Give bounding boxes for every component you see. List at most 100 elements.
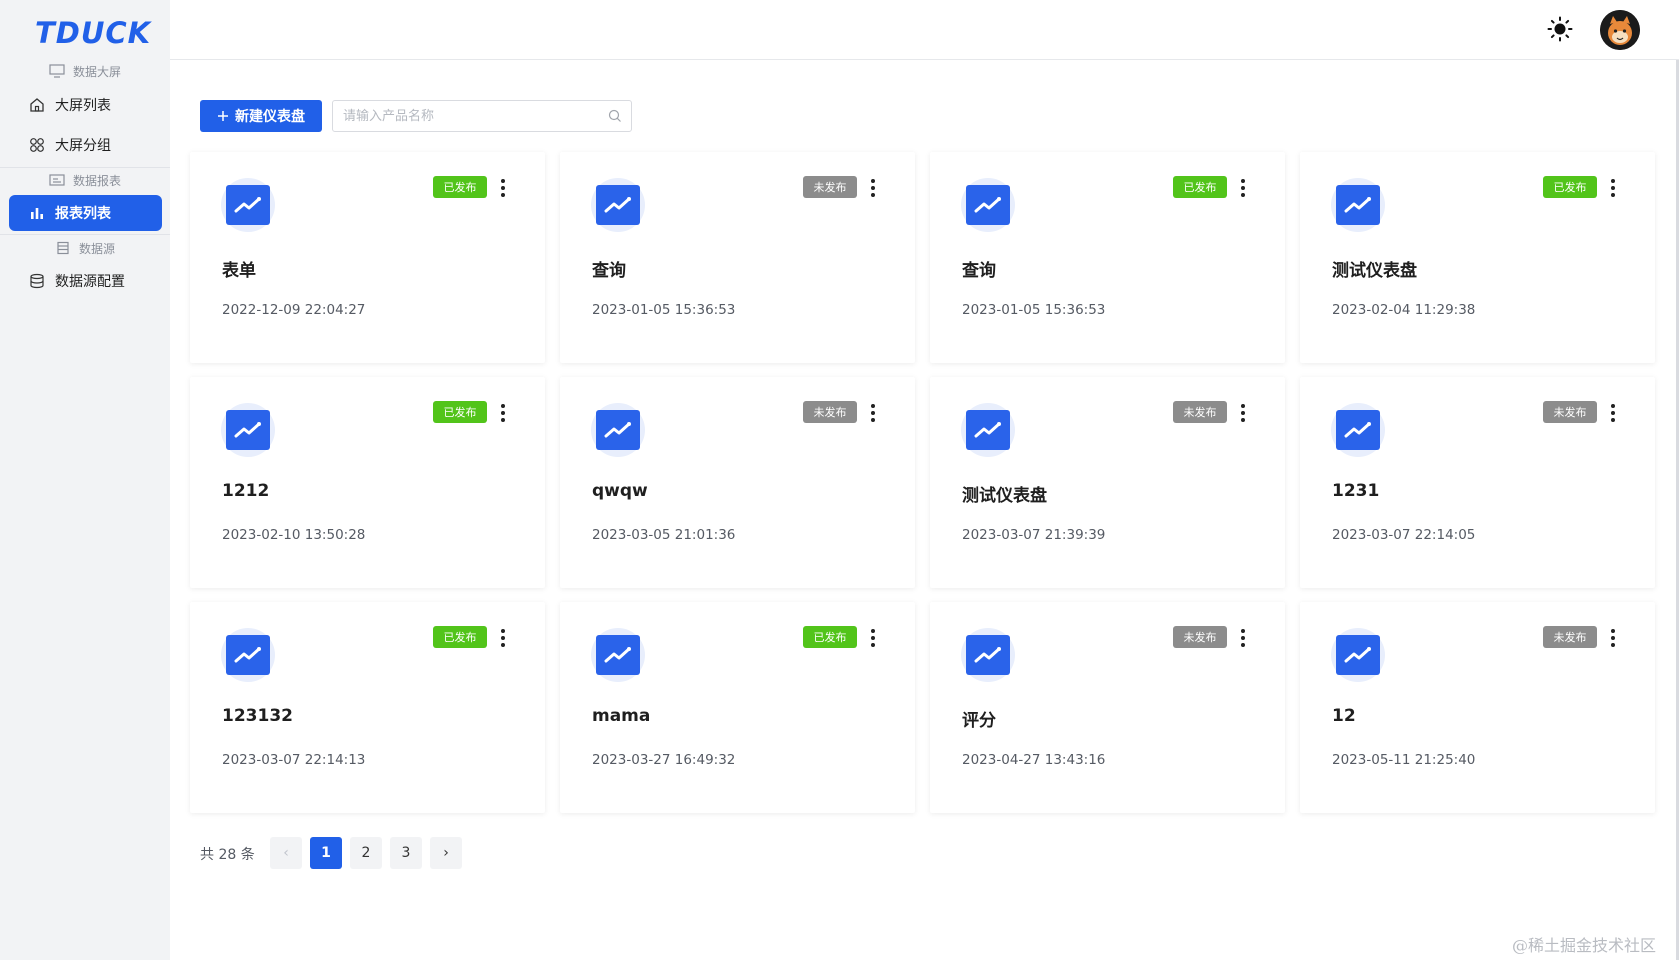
- status-badge: 未发布: [803, 176, 857, 198]
- dashboard-card[interactable]: 已发布 123132 2023-03-07 22:14:13: [190, 602, 545, 813]
- more-icon[interactable]: [865, 627, 881, 649]
- chart-icon: [961, 403, 1015, 457]
- more-icon[interactable]: [495, 177, 511, 199]
- more-icon[interactable]: [1605, 177, 1621, 199]
- dashboard-card[interactable]: 未发布 12 2023-05-11 21:25:40: [1300, 602, 1655, 813]
- more-icon[interactable]: [1235, 627, 1251, 649]
- prev-page-button[interactable]: ‹: [270, 837, 302, 869]
- chart-icon: [591, 403, 645, 457]
- avatar[interactable]: [1600, 10, 1640, 50]
- next-page-button[interactable]: ›: [430, 837, 462, 869]
- card-time: 2023-02-10 13:50:28: [222, 527, 366, 543]
- status-badge: 已发布: [433, 176, 487, 198]
- more-icon[interactable]: [1235, 402, 1251, 424]
- dashboard-card[interactable]: 未发布 评分 2023-04-27 13:43:16: [930, 602, 1285, 813]
- sidebar-group-label: 数据源: [78, 241, 115, 256]
- dashboard-card[interactable]: 已发布 1212 2023-02-10 13:50:28: [190, 377, 545, 588]
- report-icon: [49, 174, 65, 186]
- sidebar-divider: [0, 167, 170, 168]
- card-title: 12: [1332, 706, 1356, 726]
- sidebar-group-report: 数据报表: [0, 169, 170, 191]
- more-icon[interactable]: [1235, 177, 1251, 199]
- card-time: 2023-03-07 22:14:05: [1332, 527, 1476, 543]
- sidebar: TDUCK 数据大屏 大屏列表 大屏分组 数据报表 报表列表 数据源 数据源配置: [0, 0, 170, 960]
- sidebar-item-datasource-config[interactable]: 数据源配置: [9, 263, 162, 299]
- card-title: 测试仪表盘: [1332, 261, 1417, 281]
- dashboard-card[interactable]: 已发布 测试仪表盘 2023-02-04 11:29:38: [1300, 152, 1655, 363]
- more-icon[interactable]: [495, 627, 511, 649]
- page-button-1[interactable]: 1: [310, 837, 342, 869]
- card-time: 2023-02-04 11:29:38: [1332, 302, 1476, 318]
- card-time: 2023-01-05 15:36:53: [962, 302, 1106, 318]
- card-title: 1231: [1332, 481, 1380, 501]
- chart-icon: [1331, 178, 1385, 232]
- monitor-icon: [49, 64, 65, 78]
- status-badge: 已发布: [803, 626, 857, 648]
- card-time: 2023-03-27 16:49:32: [592, 752, 736, 768]
- status-badge: 未发布: [1173, 401, 1227, 423]
- dashboard-card[interactable]: 已发布 查询 2023-01-05 15:36:53: [930, 152, 1285, 363]
- card-title: 查询: [962, 261, 996, 281]
- card-title: 测试仪表盘: [962, 486, 1047, 506]
- sun-icon[interactable]: [1547, 16, 1573, 42]
- sidebar-item-report-list[interactable]: 报表列表: [9, 195, 162, 231]
- card-title: 查询: [592, 261, 626, 281]
- sidebar-item-label: 报表列表: [55, 206, 111, 222]
- chart-icon: [591, 628, 645, 682]
- sidebar-item-screen-list[interactable]: 大屏列表: [9, 87, 162, 123]
- watermark: @稀土掘金技术社区: [1512, 936, 1657, 955]
- search-icon[interactable]: [608, 109, 622, 123]
- card-time: 2023-03-07 22:14:13: [222, 752, 366, 768]
- chart-icon: [1331, 403, 1385, 457]
- page-button-3[interactable]: 3: [390, 837, 422, 869]
- home-icon: [30, 98, 44, 112]
- more-icon[interactable]: [865, 402, 881, 424]
- avatar-image: [1600, 10, 1640, 50]
- chart-icon: [961, 628, 1015, 682]
- sidebar-group-label: 数据大屏: [72, 64, 121, 79]
- plus-icon: [218, 111, 228, 121]
- search-input[interactable]: [333, 101, 593, 131]
- grid-icon: [30, 138, 44, 152]
- new-dashboard-button[interactable]: 新建仪表盘: [200, 100, 322, 132]
- status-badge: 已发布: [433, 401, 487, 423]
- dashboard-card[interactable]: 已发布 表单 2022-12-09 22:04:27: [190, 152, 545, 363]
- sidebar-group-screen: 数据大屏: [0, 60, 170, 82]
- pagination-total: 共 28 条: [200, 847, 255, 863]
- card-title: 评分: [962, 711, 996, 731]
- card-time: 2023-03-07 21:39:39: [962, 527, 1106, 543]
- status-badge: 已发布: [1173, 176, 1227, 198]
- status-badge: 已发布: [1543, 176, 1597, 198]
- card-title: qwqw: [592, 481, 648, 501]
- page-button-2[interactable]: 2: [350, 837, 382, 869]
- card-time: 2023-05-11 21:25:40: [1332, 752, 1476, 768]
- table-icon: [57, 241, 69, 255]
- new-dashboard-label: 新建仪表盘: [235, 109, 305, 125]
- card-title: 123132: [222, 706, 293, 726]
- more-icon[interactable]: [1605, 402, 1621, 424]
- more-icon[interactable]: [1605, 627, 1621, 649]
- dashboard-card[interactable]: 未发布 qwqw 2023-03-05 21:01:36: [560, 377, 915, 588]
- dashboard-card[interactable]: 未发布 测试仪表盘 2023-03-07 21:39:39: [930, 377, 1285, 588]
- chart-icon: [221, 628, 275, 682]
- bar-chart-icon: [31, 208, 43, 219]
- status-badge: 未发布: [1173, 626, 1227, 648]
- dashboard-card[interactable]: 已发布 mama 2023-03-27 16:49:32: [560, 602, 915, 813]
- dashboard-card[interactable]: 未发布 查询 2023-01-05 15:36:53: [560, 152, 915, 363]
- sidebar-group-label: 数据报表: [72, 173, 121, 188]
- more-icon[interactable]: [865, 177, 881, 199]
- more-icon[interactable]: [495, 402, 511, 424]
- chart-icon: [591, 178, 645, 232]
- search-box: [332, 100, 632, 132]
- chart-icon: [221, 403, 275, 457]
- sidebar-divider: [0, 234, 170, 235]
- sidebar-item-screen-group[interactable]: 大屏分组: [9, 127, 162, 163]
- dashboard-card[interactable]: 未发布 1231 2023-03-07 22:14:05: [1300, 377, 1655, 588]
- status-badge: 未发布: [1543, 626, 1597, 648]
- chart-icon: [221, 178, 275, 232]
- sidebar-item-label: 大屏列表: [55, 98, 111, 114]
- status-badge: 未发布: [1543, 401, 1597, 423]
- brand-logo[interactable]: TDUCK: [35, 16, 151, 50]
- card-time: 2023-03-05 21:01:36: [592, 527, 736, 543]
- chart-icon: [1331, 628, 1385, 682]
